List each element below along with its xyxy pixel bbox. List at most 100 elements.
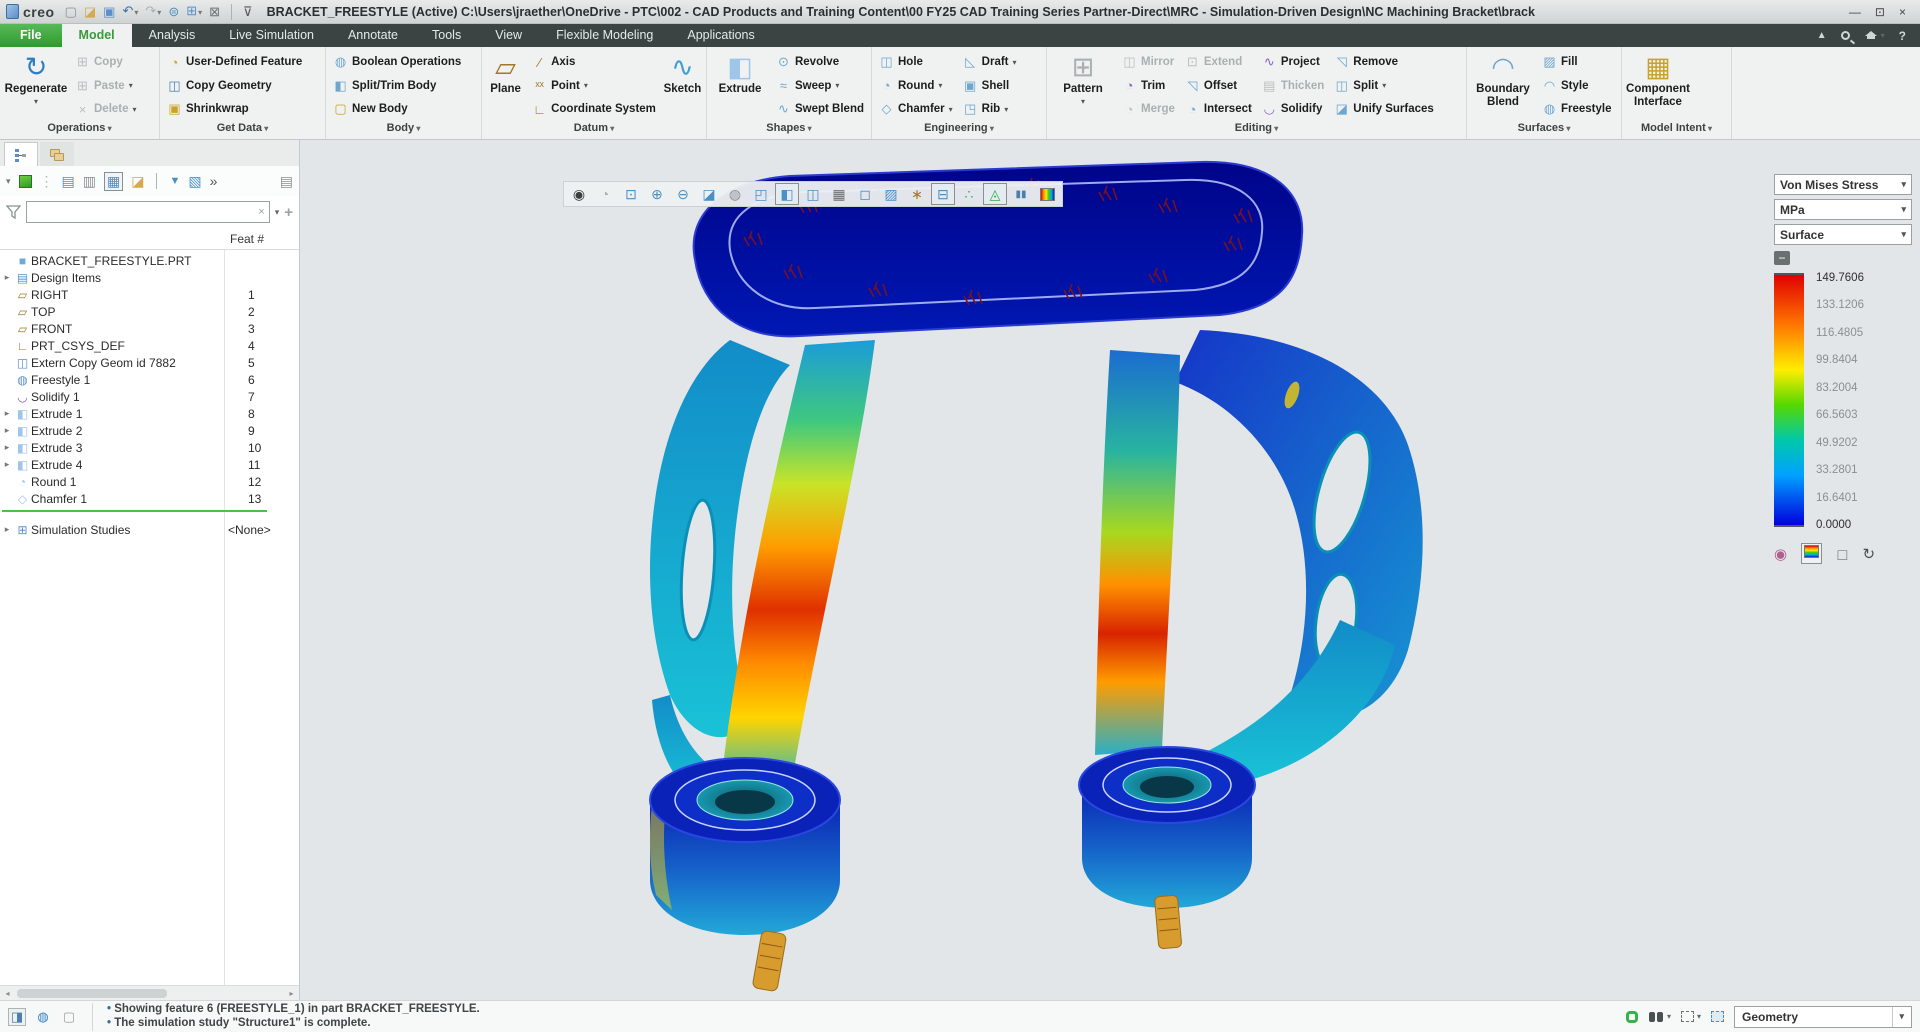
tree-item-round-1[interactable]: ◔Round 112 xyxy=(0,473,299,490)
browser-icon[interactable]: ◍ xyxy=(34,1008,52,1026)
group-label-shapes[interactable]: Shapes ▾ xyxy=(707,122,871,139)
new-group-icon[interactable]: ◪ xyxy=(131,173,144,190)
graphics-viewport[interactable]: ◉◔⊡⊕⊖◪◍◰◧◫▦◻▨∗⊟∴◬▮▮ Von Mises Stress▾ MP… xyxy=(300,140,1920,1000)
style-button[interactable]: ◠Style xyxy=(1539,75,1615,97)
expand-icon[interactable]: ▸ xyxy=(0,425,14,436)
new-body-button[interactable]: ▢New Body xyxy=(330,98,464,120)
tab-annotate[interactable]: Annotate xyxy=(331,24,415,47)
new-file-icon[interactable]: ▢ xyxy=(65,4,77,20)
datum-display-icon[interactable]: ∗ xyxy=(905,183,929,205)
draft-button[interactable]: ◺Draft▾ xyxy=(960,51,1020,73)
section-icon[interactable]: ▨ xyxy=(879,183,903,205)
selection-filter-dropdown[interactable]: Geometry ▾ xyxy=(1734,1006,1912,1028)
group-label-body[interactable]: Body ▾ xyxy=(326,122,481,139)
named-views-icon[interactable]: ◰ xyxy=(749,183,773,205)
clear-search-icon[interactable]: × xyxy=(258,206,264,218)
transparent-box-icon[interactable]: ◻ xyxy=(853,183,877,205)
annotation-display-icon[interactable]: ⊟ xyxy=(931,183,955,205)
unify-surfaces-button[interactable]: ◪Unify Surfaces xyxy=(1331,98,1437,120)
tree-item-front[interactable]: ▱FRONT3 xyxy=(0,320,299,337)
collapse-all-icon[interactable]: ▥ xyxy=(83,173,96,190)
tab-file[interactable]: File xyxy=(0,24,62,47)
tab-flexible-modeling[interactable]: Flexible Modeling xyxy=(539,24,670,47)
expand-icon[interactable]: ▸ xyxy=(0,459,14,470)
scrollbar-thumb[interactable] xyxy=(17,989,167,998)
minimize-button[interactable]: — xyxy=(1849,5,1861,19)
model-render[interactable] xyxy=(300,140,1920,1000)
expand-icon[interactable]: ▸ xyxy=(0,272,14,283)
add-filter-button[interactable]: + xyxy=(284,204,293,221)
expand-icon[interactable]: ▸ xyxy=(0,524,14,535)
tree-item-chamfer-1[interactable]: ◇Chamfer 113 xyxy=(0,490,299,507)
group-label-model-intent[interactable]: Model Intent ▾ xyxy=(1622,122,1731,139)
repaint-icon[interactable]: ◪ xyxy=(697,183,721,205)
group-label-get-data[interactable]: Get Data ▾ xyxy=(160,122,325,139)
tree-item-simulation-studies[interactable]: ▸⊞Simulation Studies<None> xyxy=(0,521,299,538)
project-button[interactable]: ∿Project xyxy=(1259,51,1327,73)
tab-tools[interactable]: Tools xyxy=(415,24,478,47)
active-model-icon[interactable] xyxy=(19,175,32,188)
results-legend-icon[interactable] xyxy=(1035,183,1059,205)
split-button[interactable]: ◫Split▾ xyxy=(1331,75,1437,97)
units-dropdown[interactable]: MPa▾ xyxy=(1774,199,1912,220)
plane-button[interactable]: ▱Plane xyxy=(486,50,525,122)
tree-item-freestyle-1[interactable]: ◍Freestyle 16 xyxy=(0,371,299,388)
group-label-datum[interactable]: Datum ▾ xyxy=(482,122,706,139)
group-label-editing[interactable]: Editing ▾ xyxy=(1047,122,1466,139)
tree-item-bracket-freestyle-prt[interactable]: ■BRACKET_FREESTYLE.PRT xyxy=(0,252,299,269)
tree-options-icon[interactable]: ▧ xyxy=(188,173,201,190)
hole-button[interactable]: ◫Hole xyxy=(876,51,956,73)
capture-icon[interactable]: ▦ xyxy=(827,183,851,205)
tree-item-extern-copy-geom-id-7882[interactable]: ◫Extern Copy Geom id 78825 xyxy=(0,354,299,371)
result-type-dropdown[interactable]: Von Mises Stress▾ xyxy=(1774,174,1912,195)
group-label-operations[interactable]: Operations ▾ xyxy=(0,122,159,139)
sweep-button[interactable]: ≈Sweep▾ xyxy=(773,75,867,97)
search-dropdown-icon[interactable]: ▾ xyxy=(275,207,280,218)
find-button[interactable]: ▾ xyxy=(1648,1011,1671,1023)
swept-blend-button[interactable]: ∿Swept Blend xyxy=(773,98,867,120)
remove-button[interactable]: ◹Remove xyxy=(1331,51,1437,73)
extrude-button[interactable]: ◧Extrude xyxy=(711,50,769,122)
tree-horizontal-scrollbar[interactable]: ◂ ▸ xyxy=(0,985,299,1000)
extend-button[interactable]: ⊡Extend xyxy=(1182,51,1255,73)
tree-search-input[interactable]: × xyxy=(26,201,270,223)
axis-button[interactable]: ∕Axis xyxy=(529,51,659,73)
learning-center-button[interactable]: ▾ xyxy=(1864,31,1885,40)
zoom-out-icon[interactable]: ⊖ xyxy=(671,183,695,205)
tab-live-simulation[interactable]: Live Simulation xyxy=(212,24,331,47)
collapse-ribbon-icon[interactable]: ▲ xyxy=(1817,30,1827,41)
undo-button[interactable]: ↶▾ xyxy=(122,3,138,21)
expand-icon[interactable]: ▸ xyxy=(0,442,14,453)
save-icon[interactable]: ▣ xyxy=(103,4,115,20)
tree-filter-icon[interactable]: ▼ xyxy=(169,175,180,187)
close-window-icon[interactable]: ⊠ xyxy=(209,4,220,20)
refresh-results-icon[interactable]: ↻ xyxy=(1863,545,1876,563)
view-list-icon[interactable]: ◫ xyxy=(801,183,825,205)
boundary-blend-button[interactable]: ◠BoundaryBlend xyxy=(1471,50,1535,122)
round-button[interactable]: ◔Round▾ xyxy=(876,75,956,97)
paste-button[interactable]: ⊞Paste▾ xyxy=(72,75,140,97)
legend-colors-icon[interactable] xyxy=(1801,543,1822,564)
clipping-icon[interactable]: ◻ xyxy=(1836,545,1848,563)
component-interface-button[interactable]: ▦ComponentInterface xyxy=(1626,50,1690,122)
zoom-in-icon[interactable]: ⊕ xyxy=(645,183,669,205)
tree-item-extrude-1[interactable]: ▸◧Extrude 18 xyxy=(0,405,299,422)
customize-qat-icon[interactable]: ⊽ xyxy=(243,4,253,20)
tree-columns-icon[interactable]: ▦ xyxy=(104,172,123,191)
boolean-operations-button[interactable]: ◍Boolean Operations xyxy=(330,51,464,73)
shrinkwrap-button[interactable]: ▣Shrinkwrap xyxy=(164,98,305,120)
tree-caret-icon[interactable]: ▾ xyxy=(6,176,11,187)
refit-icon[interactable]: ⊡ xyxy=(619,183,643,205)
mirror-button[interactable]: ◫Mirror xyxy=(1119,51,1178,73)
expand-icon[interactable]: ▸ xyxy=(0,408,14,419)
close-button[interactable]: × xyxy=(1899,5,1906,19)
coordinate-system-button[interactable]: ∟Coordinate System xyxy=(529,98,659,120)
solidify-button[interactable]: ◡Solidify xyxy=(1259,98,1327,120)
search-icon[interactable] xyxy=(1841,31,1850,40)
pattern-button[interactable]: ⊞Pattern▾ xyxy=(1051,50,1115,122)
group-label-surfaces[interactable]: Surfaces ▾ xyxy=(1467,122,1621,139)
model-tree-tab[interactable] xyxy=(4,142,38,166)
merge-button[interactable]: ◔Merge xyxy=(1119,98,1178,120)
regenerate-button[interactable]: ↻Regenerate▾ xyxy=(4,50,68,122)
split-trim-body-button[interactable]: ◧Split/Trim Body xyxy=(330,75,464,97)
